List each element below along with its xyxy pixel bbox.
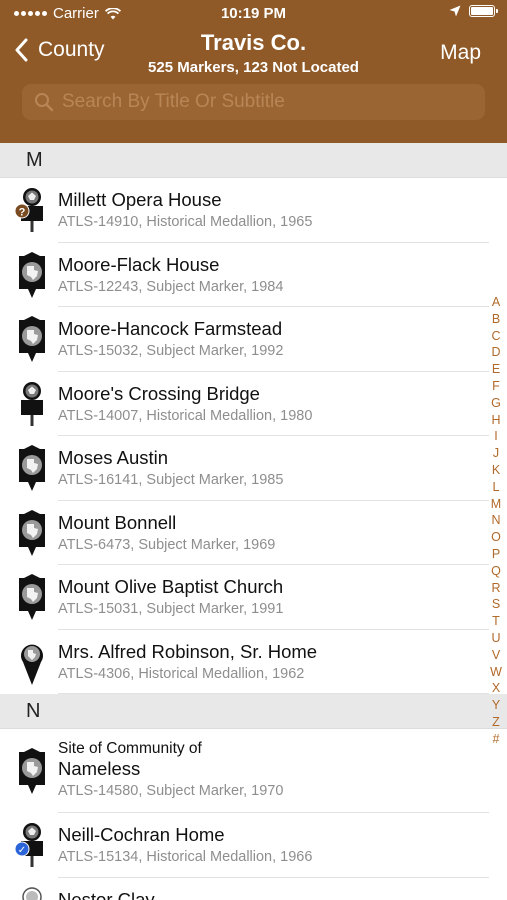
list-item[interactable]: Site of Community of Nameless ATLS-14580…	[0, 729, 507, 813]
list-item[interactable]: Moses Austin ATLS-16141, Subject Marker,…	[0, 436, 507, 501]
index-letter[interactable]: J	[493, 445, 499, 462]
index-letter[interactable]: W	[490, 664, 502, 681]
list-item-subtitle: ATLS-4306, Historical Medallion, 1962	[58, 665, 305, 682]
list-item[interactable]: Moore-Flack House ATLS-12243, Subject Ma…	[0, 243, 507, 308]
list-item[interactable]: ✓ Neill-Cochran Home ATLS-15134, Histori…	[0, 813, 507, 878]
index-letter[interactable]: U	[491, 630, 500, 647]
index-letter[interactable]: Q	[491, 563, 501, 580]
list-item-title: Millett Opera House	[58, 189, 222, 210]
list-item-title: Moses Austin	[58, 447, 169, 468]
status-bar: Carrier 10:19 PM	[0, 0, 507, 26]
index-letter[interactable]: L	[493, 479, 500, 496]
index-letter[interactable]: K	[492, 462, 500, 479]
index-letter[interactable]: F	[492, 378, 500, 395]
search-icon	[35, 93, 54, 112]
page-subtitle: 525 Markers, 123 Not Located	[148, 59, 359, 76]
list-item[interactable]: Mount Olive Baptist Church ATLS-15031, S…	[0, 565, 507, 630]
list-item-title: Moore-Hancock Farmstead	[58, 318, 283, 339]
index-letter[interactable]: E	[492, 361, 500, 378]
subject-marker-icon	[19, 316, 45, 362]
index-letter[interactable]: H	[491, 412, 500, 429]
subject-marker-icon	[19, 445, 45, 491]
index-letter[interactable]: T	[492, 613, 500, 630]
index-letter[interactable]: X	[492, 680, 500, 697]
list-item-subtitle: ATLS-15031, Subject Marker, 1991	[58, 601, 284, 617]
map-button[interactable]: Map	[440, 41, 481, 65]
index-letter[interactable]: V	[492, 647, 500, 664]
list-item-subtitle: ATLS-15134, Historical Medallion, 1966	[58, 849, 313, 865]
list-item-subtitle: ATLS-6473, Subject Marker, 1969	[58, 536, 276, 553]
index-letter[interactable]: A	[492, 294, 500, 311]
medallion-not-located-icon: ?	[15, 188, 43, 232]
list-item[interactable]: Moore's Crossing Bridge ATLS-14007, Hist…	[0, 372, 507, 437]
index-letter[interactable]: Z	[492, 714, 500, 731]
index-letter[interactable]: B	[492, 311, 500, 328]
check-badge: ✓	[18, 845, 26, 856]
index-letter[interactable]: I	[494, 428, 497, 445]
index-letter[interactable]: G	[491, 395, 501, 412]
list-item[interactable]: Nestor Clay	[0, 878, 507, 900]
list-item-title: Moore-Flack House	[58, 253, 220, 275]
list-item-title: Mrs. Alfred Robinson, Sr. Home	[58, 640, 318, 662]
index-letter[interactable]: M	[491, 496, 501, 513]
location-arrow-icon	[449, 5, 461, 17]
question-badge: ?	[19, 207, 26, 219]
page-title: Travis Co.	[200, 30, 307, 55]
subject-marker-icon	[19, 251, 45, 298]
list-item[interactable]: Mrs. Alfred Robinson, Sr. Home ATLS-4306…	[0, 630, 507, 695]
map-pin-icon	[21, 644, 44, 685]
nav-header: Carrier 10:19 PM County Travis Co. 525 M…	[0, 0, 507, 143]
index-letter[interactable]: N	[491, 512, 500, 529]
list-item-title: Nameless	[58, 758, 141, 779]
list-item-title: Mount Bonnell	[58, 511, 177, 533]
index-letter[interactable]: P	[492, 546, 500, 563]
list-item-title: Nestor Clay	[58, 888, 155, 900]
list-item-subtitle: ATLS-14007, Historical Medallion, 1980	[58, 407, 313, 424]
subject-marker-icon	[19, 509, 45, 556]
index-letter[interactable]: S	[492, 596, 500, 613]
index-letter[interactable]: #	[493, 731, 500, 748]
index-letter[interactable]: R	[491, 580, 500, 597]
index-letter[interactable]: C	[491, 328, 500, 345]
index-letter[interactable]: Y	[492, 697, 500, 714]
medallion-visited-icon: ✓	[15, 823, 43, 867]
search-input[interactable]	[62, 91, 482, 113]
search-bar[interactable]	[22, 84, 485, 120]
list-item-title: Moore's Crossing Bridge	[58, 382, 260, 404]
list-item-title: Mount Olive Baptist Church	[58, 576, 284, 597]
list-item-subtitle: ATLS-12243, Subject Marker, 1984	[58, 278, 284, 295]
subject-marker-icon	[19, 574, 45, 620]
list-item-pretitle: Site of Community of	[58, 740, 202, 757]
list-item[interactable]: Mount Bonnell ATLS-6473, Subject Marker,…	[0, 501, 507, 566]
section-header-n: N	[0, 694, 507, 729]
list-item[interactable]: Moore-Hancock Farmstead ATLS-15032, Subj…	[0, 307, 507, 372]
list-item-title: Neill-Cochran Home	[58, 824, 225, 845]
status-time: 10:19 PM	[220, 5, 287, 22]
list-item-subtitle: ATLS-15032, Subject Marker, 1992	[58, 343, 284, 359]
list-item-subtitle: ATLS-16141, Subject Marker, 1985	[58, 472, 284, 488]
list-item-subtitle: ATLS-14910, Historical Medallion, 1965	[58, 214, 313, 230]
marker-list[interactable]: M ? Millett Opera House ATLS-14910, Hist…	[0, 143, 507, 900]
alphabet-index[interactable]: A B C D E F G H I J K L M N O P Q R S T …	[489, 294, 503, 748]
section-header-m: M	[0, 143, 507, 178]
list-item-subtitle: ATLS-14580, Subject Marker, 1970	[58, 783, 284, 799]
subject-marker-icon	[19, 748, 45, 794]
index-letter[interactable]: O	[491, 529, 501, 546]
medallion-icon	[21, 381, 43, 426]
index-letter[interactable]: D	[491, 344, 500, 361]
battery-icon	[469, 5, 498, 17]
medallion-icon	[22, 886, 42, 900]
list-item[interactable]: ? Millett Opera House ATLS-14910, Histor…	[0, 178, 507, 243]
